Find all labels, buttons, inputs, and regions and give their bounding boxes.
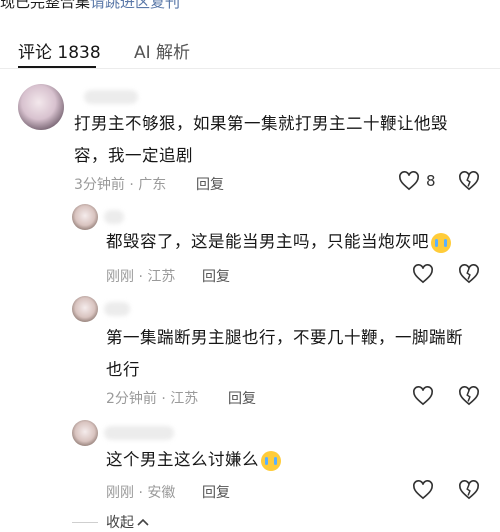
reply-text-line: 第一集踹断男主腿也行，不要几十鞭，一脚踹断 (106, 328, 463, 347)
tab-comments[interactable]: 评论 1838 (18, 38, 101, 63)
reply-text-content: 都毁容了，这是能当男主吗，只能当炮灰吧 (106, 232, 429, 251)
username-blurred (104, 210, 124, 224)
username-blurred (84, 90, 138, 104)
top-cut-text: 现已完整合集请跳进区复刊 (0, 0, 500, 9)
dislike-heart-icon (459, 386, 479, 406)
comment-item: 打男主不够狠，如果第一集就打男主二十鞭让他毁 容，我一定追剧 3分钟前 · 广东… (0, 80, 500, 200)
reply-text-content: 这个男主这么讨嫌么 (106, 450, 259, 469)
reply-text: 第一集踹断男主腿也行，不要几十鞭，一脚踹断 也行 (106, 322, 496, 386)
avatar[interactable] (72, 296, 98, 322)
comment-text-line: 打男主不够狠，如果第一集就打男主二十鞭让他毁 (74, 114, 448, 133)
dislike-button[interactable] (458, 480, 480, 500)
reply-meta: 刚刚 · 安徽 (106, 485, 176, 501)
dislike-button[interactable] (458, 264, 480, 284)
username-blurred (104, 302, 130, 316)
comment-tabs: 评论 1838 AI 解析 (0, 28, 500, 69)
tab-ai-analysis[interactable]: AI 解析 (134, 38, 190, 63)
reply-item: 都毁容了，这是能当男主吗，只能当炮灰吧 刚刚 · 江苏 回复 (0, 200, 500, 290)
like-button[interactable]: 8 (398, 171, 436, 191)
top-cut-link[interactable]: 请跳进区复刊 (90, 0, 180, 9)
collapse-replies-button[interactable]: 收起 (72, 512, 500, 532)
crying-emoji-icon (261, 450, 281, 471)
username-blurred (104, 426, 174, 440)
collapse-label: 收起 (106, 515, 134, 531)
dislike-heart-icon (459, 171, 479, 191)
heart-icon (413, 480, 433, 500)
reply-button[interactable]: 回复 (202, 266, 230, 286)
reply-meta: 刚刚 · 江苏 (106, 269, 176, 285)
top-cut-main: 现已完整合集 (0, 0, 91, 9)
comment-text-line: 容，我一定追剧 (74, 146, 193, 165)
dislike-button[interactable] (458, 171, 480, 191)
reply-item: 这个男主这么讨嫌么 刚刚 · 安徽 回复 (0, 418, 500, 508)
crying-emoji-icon (431, 232, 451, 253)
chevron-up-icon (137, 518, 149, 526)
like-button[interactable] (412, 386, 434, 406)
dislike-button[interactable] (458, 386, 480, 406)
heart-icon (399, 171, 419, 191)
like-button[interactable] (412, 264, 434, 284)
reply-text: 都毁容了，这是能当男主吗，只能当炮灰吧 (106, 226, 496, 258)
reply-text-line: 也行 (106, 360, 140, 379)
comment-text: 打男主不够狠，如果第一集就打男主二十鞭让他毁 容，我一定追剧 (74, 108, 494, 172)
heart-icon (413, 264, 433, 284)
heart-icon (413, 386, 433, 406)
like-count: 8 (426, 172, 436, 190)
reply-button[interactable]: 回复 (202, 482, 230, 502)
avatar[interactable] (72, 420, 98, 446)
collapse-divider (72, 521, 98, 523)
reply-meta: 2分钟前 · 江苏 (106, 391, 199, 407)
avatar[interactable] (18, 84, 64, 130)
reply-button[interactable]: 回复 (196, 174, 224, 194)
dislike-heart-icon (459, 264, 479, 284)
like-button[interactable] (412, 480, 434, 500)
avatar[interactable] (72, 204, 98, 230)
tab-underline (18, 66, 96, 68)
comment-meta: 3分钟前 · 广东 (74, 177, 167, 193)
reply-text: 这个男主这么讨嫌么 (106, 444, 496, 476)
dislike-heart-icon (459, 480, 479, 500)
reply-button[interactable]: 回复 (228, 388, 256, 408)
reply-item: 第一集踹断男主腿也行，不要几十鞭，一脚踹断 也行 2分钟前 · 江苏 回复 (0, 292, 500, 412)
